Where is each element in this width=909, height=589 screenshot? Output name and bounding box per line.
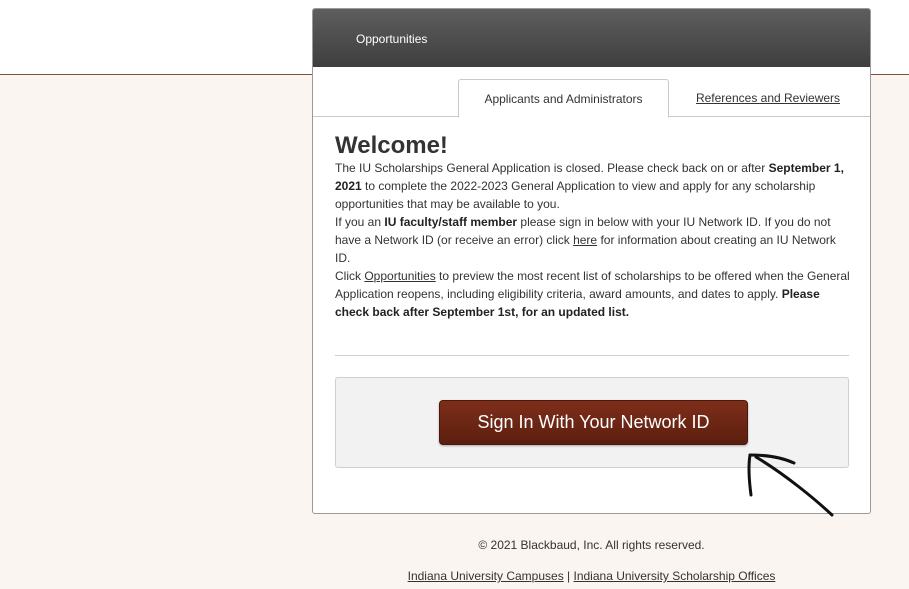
tab-references-and-reviewers[interactable]: References and Reviewers xyxy=(683,79,853,117)
opportunities-link[interactable]: Opportunities xyxy=(356,32,427,46)
tab-applicants-and-administrators[interactable]: Applicants and Administrators xyxy=(458,79,669,118)
faculty-signin-paragraph: If you an IU faculty/staff member please… xyxy=(335,215,836,265)
login-card: Opportunities Applicants and Administrat… xyxy=(312,8,871,514)
here-link[interactable]: here xyxy=(573,233,597,247)
divider xyxy=(335,355,849,356)
opportunities-paragraph: Click Opportunities to preview the most … xyxy=(335,269,850,319)
footer-separator: | xyxy=(563,569,574,583)
opportunities-inline-link[interactable]: Opportunities xyxy=(364,269,435,283)
sign-in-network-id-button[interactable]: Sign In With Your Network ID xyxy=(439,400,748,445)
page-title: Welcome! xyxy=(335,132,448,159)
top-nav-bar: Opportunities xyxy=(313,9,870,67)
copyright-text: © 2021 Blackbaud, Inc. All rights reserv… xyxy=(478,538,705,552)
hand-drawn-arrow-icon xyxy=(747,453,834,517)
footer-links: Indiana University Campuses | Indiana Un… xyxy=(312,569,871,583)
iu-scholarship-offices-link[interactable]: Indiana University Scholarship Offices xyxy=(574,569,776,583)
closed-notice-paragraph: The IU Scholarships General Application … xyxy=(335,161,844,211)
tab-bar: Applicants and Administrators References… xyxy=(313,67,870,118)
welcome-content: Welcome! The IU Scholarships General App… xyxy=(335,133,851,321)
iu-campuses-link[interactable]: Indiana University Campuses xyxy=(408,569,564,583)
